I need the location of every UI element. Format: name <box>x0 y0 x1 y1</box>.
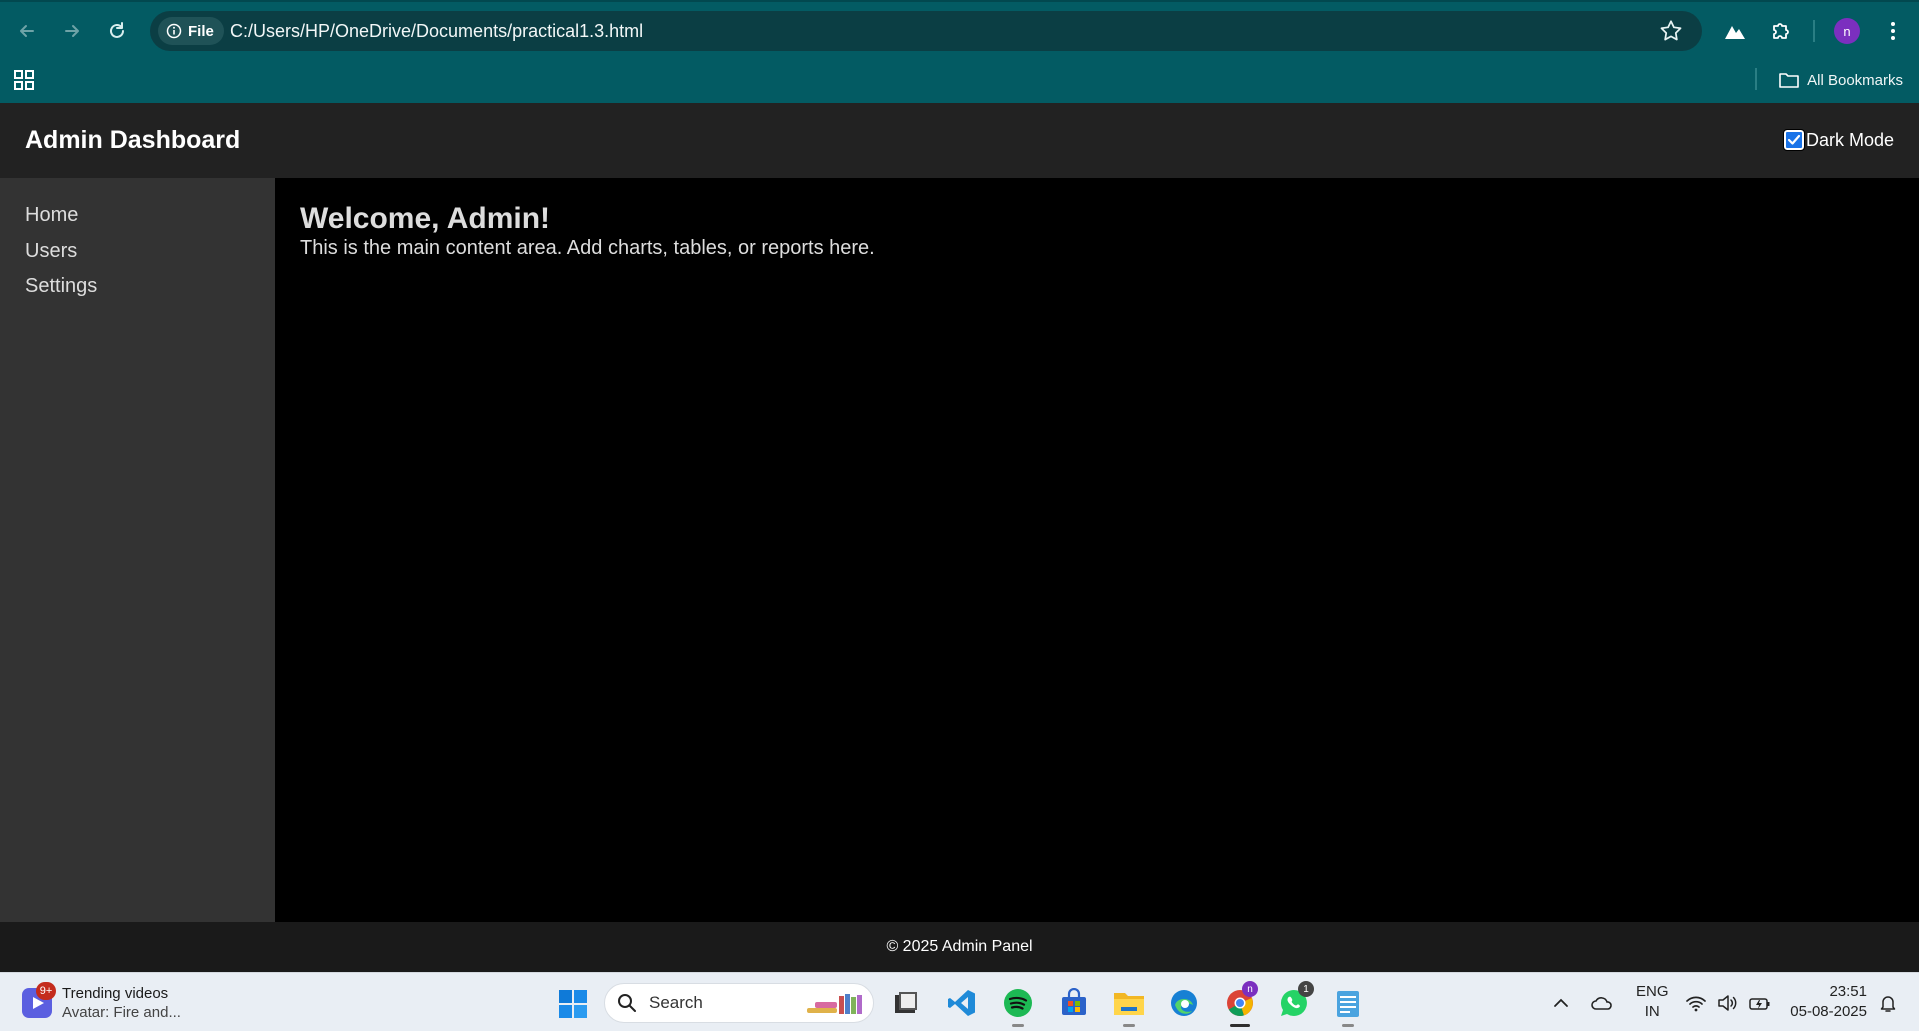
bookmark-star-icon[interactable] <box>1658 18 1684 44</box>
sidebar-item-users[interactable]: Users <box>0 234 275 270</box>
volume-icon <box>1718 994 1737 1011</box>
windows-start-icon[interactable] <box>558 989 588 1019</box>
profile-button[interactable]: n <box>1830 14 1864 48</box>
store-bag-icon <box>1062 988 1086 1015</box>
active-indicator <box>1230 1024 1250 1027</box>
site-info-chip[interactable]: File <box>158 17 224 45</box>
wifi-icon <box>1686 996 1706 1011</box>
running-indicator <box>1123 1024 1135 1027</box>
welcome-heading: Welcome, Admin! <box>300 202 551 235</box>
tab-strip-edge <box>0 0 1919 2</box>
taskbar-app-spotify[interactable] <box>1000 985 1036 1027</box>
spotify-icon <box>1004 989 1032 1017</box>
search-icon <box>618 994 636 1012</box>
address-bar[interactable]: File C:/Users/HP/OneDrive/Documents/prac… <box>150 11 1702 51</box>
lang-code: ENG <box>1636 983 1669 1000</box>
page-footer: © 2025 Admin Panel <box>0 922 1919 972</box>
onedrive-tray-button[interactable] <box>1590 973 1614 1031</box>
main-content: Welcome, Admin! This is the main content… <box>275 178 1919 922</box>
checkmark-icon <box>1787 134 1801 145</box>
arrow-left-icon <box>20 25 34 37</box>
quick-settings-button[interactable] <box>1685 973 1771 1031</box>
sidebar-item-home[interactable]: Home <box>0 198 275 234</box>
taskbar-app-terminal[interactable] <box>888 985 924 1021</box>
vscode-icon <box>948 990 975 1016</box>
reload-button[interactable] <box>100 14 134 48</box>
info-icon <box>166 23 182 39</box>
extensions-menu-button[interactable] <box>1764 14 1798 48</box>
main-description: This is the main content area. Add chart… <box>300 237 875 259</box>
edge-icon <box>1171 990 1197 1016</box>
all-bookmarks-button[interactable]: All Bookmarks <box>1779 66 1903 94</box>
sidebar-item-settings[interactable]: Settings <box>0 269 275 305</box>
running-indicator <box>1342 1024 1354 1027</box>
bookmarks-separator <box>1755 68 1757 90</box>
kebab-menu-icon <box>1891 22 1895 40</box>
page-title: Admin Dashboard <box>25 126 241 154</box>
lang-region: IN <box>1644 1003 1660 1020</box>
site-chip-label: File <box>188 22 214 40</box>
notepad-icon <box>1337 991 1359 1017</box>
sidebar: Home Users Settings <box>0 178 275 922</box>
system-clock[interactable]: 23:51 05-08-2025 <box>1790 982 1867 1022</box>
widget-title: Trending videos <box>62 985 169 1002</box>
language-indicator[interactable]: ENG IN <box>1636 982 1669 1022</box>
arrow-right-icon <box>65 25 79 37</box>
dark-mode-toggle[interactable]: Dark Mode <box>1782 125 1894 155</box>
browser-toolbar: File C:/Users/HP/OneDrive/Documents/prac… <box>0 0 1919 103</box>
dark-mode-label: Dark Mode <box>1805 129 1894 150</box>
widgets-button[interactable]: 9+ Trending videos Avatar: Fire and... <box>22 981 181 1025</box>
battery-charging-icon <box>1749 997 1770 1010</box>
widget-badge: 9+ <box>36 982 56 1000</box>
notifications-button[interactable] <box>1878 973 1898 1031</box>
terminal-app-icon <box>895 992 917 1013</box>
back-button[interactable] <box>10 14 44 48</box>
chrome-profile-badge: n <box>1242 981 1258 997</box>
taskbar-app-chrome[interactable]: n <box>1220 981 1260 1027</box>
windows-taskbar: 9+ Trending videos Avatar: Fire and... S… <box>0 972 1919 1031</box>
forward-button[interactable] <box>55 14 89 48</box>
url-text[interactable]: C:/Users/HP/OneDrive/Documents/practical… <box>230 11 643 51</box>
toolbar-separator <box>1813 20 1815 42</box>
widget-subtitle: Avatar: Fire and... <box>62 1004 181 1021</box>
puzzle-icon <box>1773 23 1789 39</box>
all-bookmarks-label: All Bookmarks <box>1807 71 1903 89</box>
folder-icon <box>1779 73 1799 88</box>
extension-button[interactable] <box>1718 14 1752 48</box>
video-widget-icon: 9+ <box>22 982 56 1018</box>
avatar: n <box>1834 18 1860 44</box>
taskbar-app-file-explorer[interactable] <box>1111 985 1147 1027</box>
taskbar-app-whatsapp[interactable]: 1 <box>1276 981 1314 1021</box>
running-indicator <box>1012 1024 1024 1027</box>
chevron-up-icon <box>1554 998 1568 1007</box>
taskbar-search[interactable]: Search <box>604 983 874 1023</box>
taskbar-app-vscode[interactable] <box>944 985 980 1021</box>
clock-date: 05-08-2025 <box>1790 1003 1867 1020</box>
whatsapp-badge: 1 <box>1298 981 1314 997</box>
browser-menu-button[interactable] <box>1876 14 1910 48</box>
apps-grid-icon[interactable] <box>12 68 36 92</box>
taskbar-app-store[interactable] <box>1056 985 1092 1021</box>
bookmarks-bar: All Bookmarks <box>0 60 1919 103</box>
footer-text: © 2025 Admin Panel <box>886 938 1033 955</box>
taskbar-app-edge[interactable] <box>1166 985 1202 1021</box>
books-search-art-icon <box>807 994 862 1014</box>
mountain-extension-icon <box>1725 26 1745 39</box>
reload-icon <box>110 22 124 38</box>
page-header: Admin Dashboard Dark Mode <box>0 103 1919 178</box>
taskbar-app-notepad[interactable] <box>1330 985 1366 1027</box>
dark-mode-checkbox[interactable] <box>1782 129 1805 151</box>
bell-icon <box>1880 995 1896 1012</box>
tray-overflow-button[interactable] <box>1552 973 1570 1031</box>
search-placeholder: Search <box>649 993 703 1012</box>
cloud-icon <box>1591 996 1612 1010</box>
clock-time: 23:51 <box>1829 983 1867 1000</box>
folder-app-icon <box>1114 993 1144 1015</box>
